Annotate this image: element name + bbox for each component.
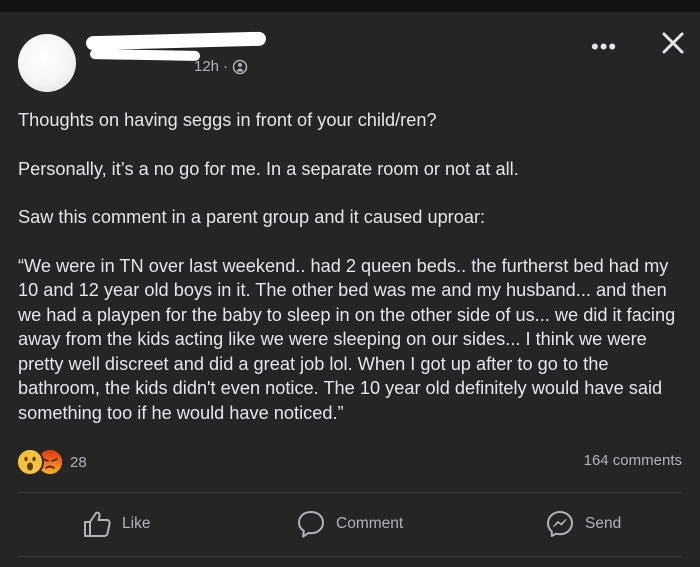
like-button[interactable]: Like [82,508,150,540]
comment-button[interactable]: Comment [296,508,403,540]
post-paragraph: Personally, it’s a no go for me. In a se… [18,158,519,179]
meta-separator: · [223,58,229,75]
author-name-redacted[interactable] [85,31,267,51]
messenger-icon [547,511,573,537]
post-time[interactable]: 12h [194,58,219,75]
post-quote: “We were in TN over last weekend.. had 2… [18,255,676,423]
more-options-button[interactable]: ••• [591,34,617,60]
post-header: 12h · ••• [18,28,688,92]
action-bar: Like Comment Send [0,496,700,554]
send-label: Send [585,515,622,532]
comment-icon [298,511,324,538]
close-icon[interactable] [658,28,688,58]
thumbs-up-icon [84,511,111,537]
wow-reaction-icon [16,448,44,476]
divider [18,492,682,493]
reactions-summary[interactable]: 28 [16,448,87,476]
comment-label: Comment [336,515,404,532]
post-meta: 12h · [194,58,248,75]
author-name-redacted-line [89,49,201,61]
comments-count[interactable]: 164 comments [584,452,682,469]
post-paragraph: Thoughts on having seggs in front of you… [18,110,437,130]
send-button[interactable]: Send [545,508,621,540]
like-label: Like [122,515,151,532]
post-body: Thoughts on having seggs in front of you… [18,108,688,425]
top-bar [0,0,700,12]
audience-icon [232,59,248,74]
divider [18,556,682,557]
avatar[interactable] [18,34,76,92]
reaction-count: 28 [70,453,87,471]
post-paragraph: Saw this comment in a parent group and i… [18,207,486,227]
